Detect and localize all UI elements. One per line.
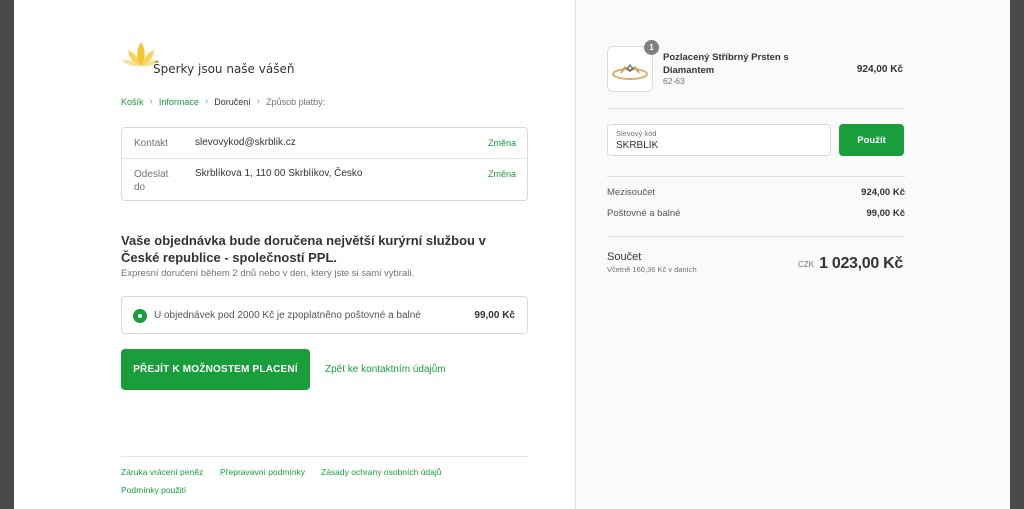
chevron-right-icon: › (256, 96, 261, 107)
change-address-link[interactable]: Změna (488, 169, 516, 179)
breadcrumb-cart[interactable]: Košík (121, 97, 144, 107)
review-contact-row: Kontakt slevovykod@skrblik.cz Změna (122, 128, 527, 159)
footer-link-privacy[interactable]: Zásady ochrany osobních údajů (321, 467, 442, 477)
contact-value: slevovykod@skrblik.cz (195, 137, 296, 148)
ring-image-icon (612, 64, 648, 80)
shipping-cost-value: 99,00 Kč (866, 208, 905, 219)
total-tax-note: Včetně 160,36 Kč v daních (607, 265, 697, 274)
shipping-cost-label: Poštovné a balné (607, 208, 681, 219)
store-logo[interactable]: Šperky jsou naše vášeň (121, 38, 321, 82)
breadcrumb-information[interactable]: Informace (159, 97, 199, 107)
chevron-right-icon: › (204, 96, 209, 107)
total-amount: 1 023,00 Kč (819, 255, 903, 272)
store-name: Šperky jsou naše vášeň (153, 62, 295, 76)
shipping-heading: Vaše objednávka bude doručena největší k… (121, 233, 486, 265)
review-block: Kontakt slevovykod@skrblik.cz Změna Odes… (121, 127, 528, 201)
radio-selected-icon[interactable] (133, 309, 147, 323)
window-edge-right (1010, 0, 1024, 509)
discount-code-label: Slevový kód (616, 129, 657, 138)
footer-link-refund[interactable]: Záruka vrácení peněz (121, 467, 203, 477)
shipping-subtitle: Expresní doručení během 2 dnů nebo v den… (121, 268, 415, 279)
back-to-contact-link[interactable]: Zpět ke kontaktním údajům (325, 364, 446, 375)
breadcrumb: Košík › Informace › Doručení › Způsob pl… (121, 96, 325, 107)
quantity-badge: 1 (644, 40, 659, 55)
change-contact-link[interactable]: Změna (488, 138, 516, 148)
chevron-right-icon: › (149, 96, 153, 107)
total-label: Součet (607, 251, 642, 263)
window-edge-left (0, 0, 14, 509)
total-currency: CZK (798, 260, 814, 269)
breadcrumb-shipping: Doručení (214, 96, 251, 107)
subtotal-row: Mezisoučet 924,00 Kč (607, 187, 905, 198)
apply-discount-button[interactable]: Použít (839, 124, 904, 156)
discount-code-field[interactable]: Slevový kód (607, 124, 831, 156)
checkout-main: Šperky jsou naše vášeň Košík › Informace… (14, 0, 575, 509)
discount-code-input[interactable] (616, 140, 816, 151)
review-shipto-row: Odeslat do Skrblíkova 1, 110 00 Skrblíko… (122, 159, 527, 202)
shipping-cost-row: Poštovné a balné 99,00 Kč (607, 208, 905, 219)
shipping-option[interactable]: U objednávek pod 2000 Kč je zpoplatněno … (121, 296, 528, 334)
summary-divider (607, 108, 905, 109)
product-price: 924,00 Kč (856, 64, 903, 75)
shipping-option-label: U objednávek pod 2000 Kč je zpoplatněno … (154, 310, 421, 321)
footer-link-terms[interactable]: Podmínky použití (121, 485, 186, 495)
shipto-value: Skrblíkova 1, 110 00 Skrblíkov, Česko (195, 168, 363, 179)
contact-label: Kontakt (134, 138, 168, 149)
product-name: Pozlacený Stříbrný Prsten s Diamantem (663, 52, 789, 76)
summary-divider (607, 236, 905, 237)
subtotal-value: 924,00 Kč (861, 187, 905, 198)
footer-divider (121, 456, 528, 457)
summary-divider (607, 176, 905, 177)
subtotal-label: Mezisoučet (607, 187, 656, 198)
product-variant: 62-63 (663, 76, 685, 86)
order-summary: 1 Pozlacený Stříbrný Prsten s Diamantem … (575, 0, 1010, 509)
footer-link-shipping-terms[interactable]: Přepravavní podmínky (220, 467, 305, 477)
shipto-label: Odeslat do (134, 169, 169, 193)
shipping-option-price: 99,00 Kč (474, 310, 515, 321)
breadcrumb-payment: Způsob platby: (266, 96, 326, 107)
continue-to-payment-button[interactable]: PŘEJÍT K MOŽNOSTEM PLACENÍ (121, 349, 310, 390)
